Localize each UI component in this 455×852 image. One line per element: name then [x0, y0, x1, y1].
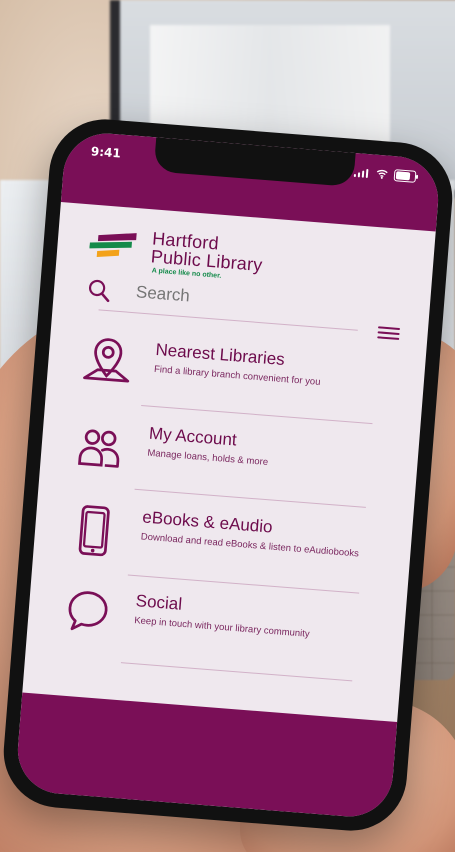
map-pin-icon: [83, 338, 130, 383]
wifi-icon: [376, 169, 388, 179]
menu-item-title: My Account: [148, 423, 238, 450]
bottom-bar: [14, 692, 398, 820]
status-time: 9:41: [90, 144, 122, 161]
notch: [153, 137, 356, 187]
battery-icon: [393, 169, 417, 183]
brand-name: Hartford Public Library: [150, 228, 264, 275]
tablet-icon: [78, 505, 110, 557]
status-icons: [346, 165, 417, 183]
photo-background: 9:41 Hartford Public Library A place lik…: [0, 0, 455, 852]
signal-icon: [353, 167, 371, 179]
top-bar: 9:41: [60, 130, 442, 232]
phone-screen: 9:41 Hartford Public Library A place lik…: [14, 130, 442, 820]
menu-item-title: Social: [135, 591, 183, 614]
menu-item-subtitle: Keep in touch with your library communit…: [133, 615, 311, 640]
menu-item-subtitle: Manage loans, holds & more: [147, 447, 269, 469]
smartphone: 9:41 Hartford Public Library A place lik…: [0, 115, 455, 835]
logo-mark-icon: [89, 233, 137, 258]
chat-bubble-icon: [68, 591, 108, 631]
search-icon[interactable]: [85, 276, 113, 304]
hamburger-menu-icon[interactable]: [377, 323, 401, 341]
users-icon: [78, 429, 120, 468]
